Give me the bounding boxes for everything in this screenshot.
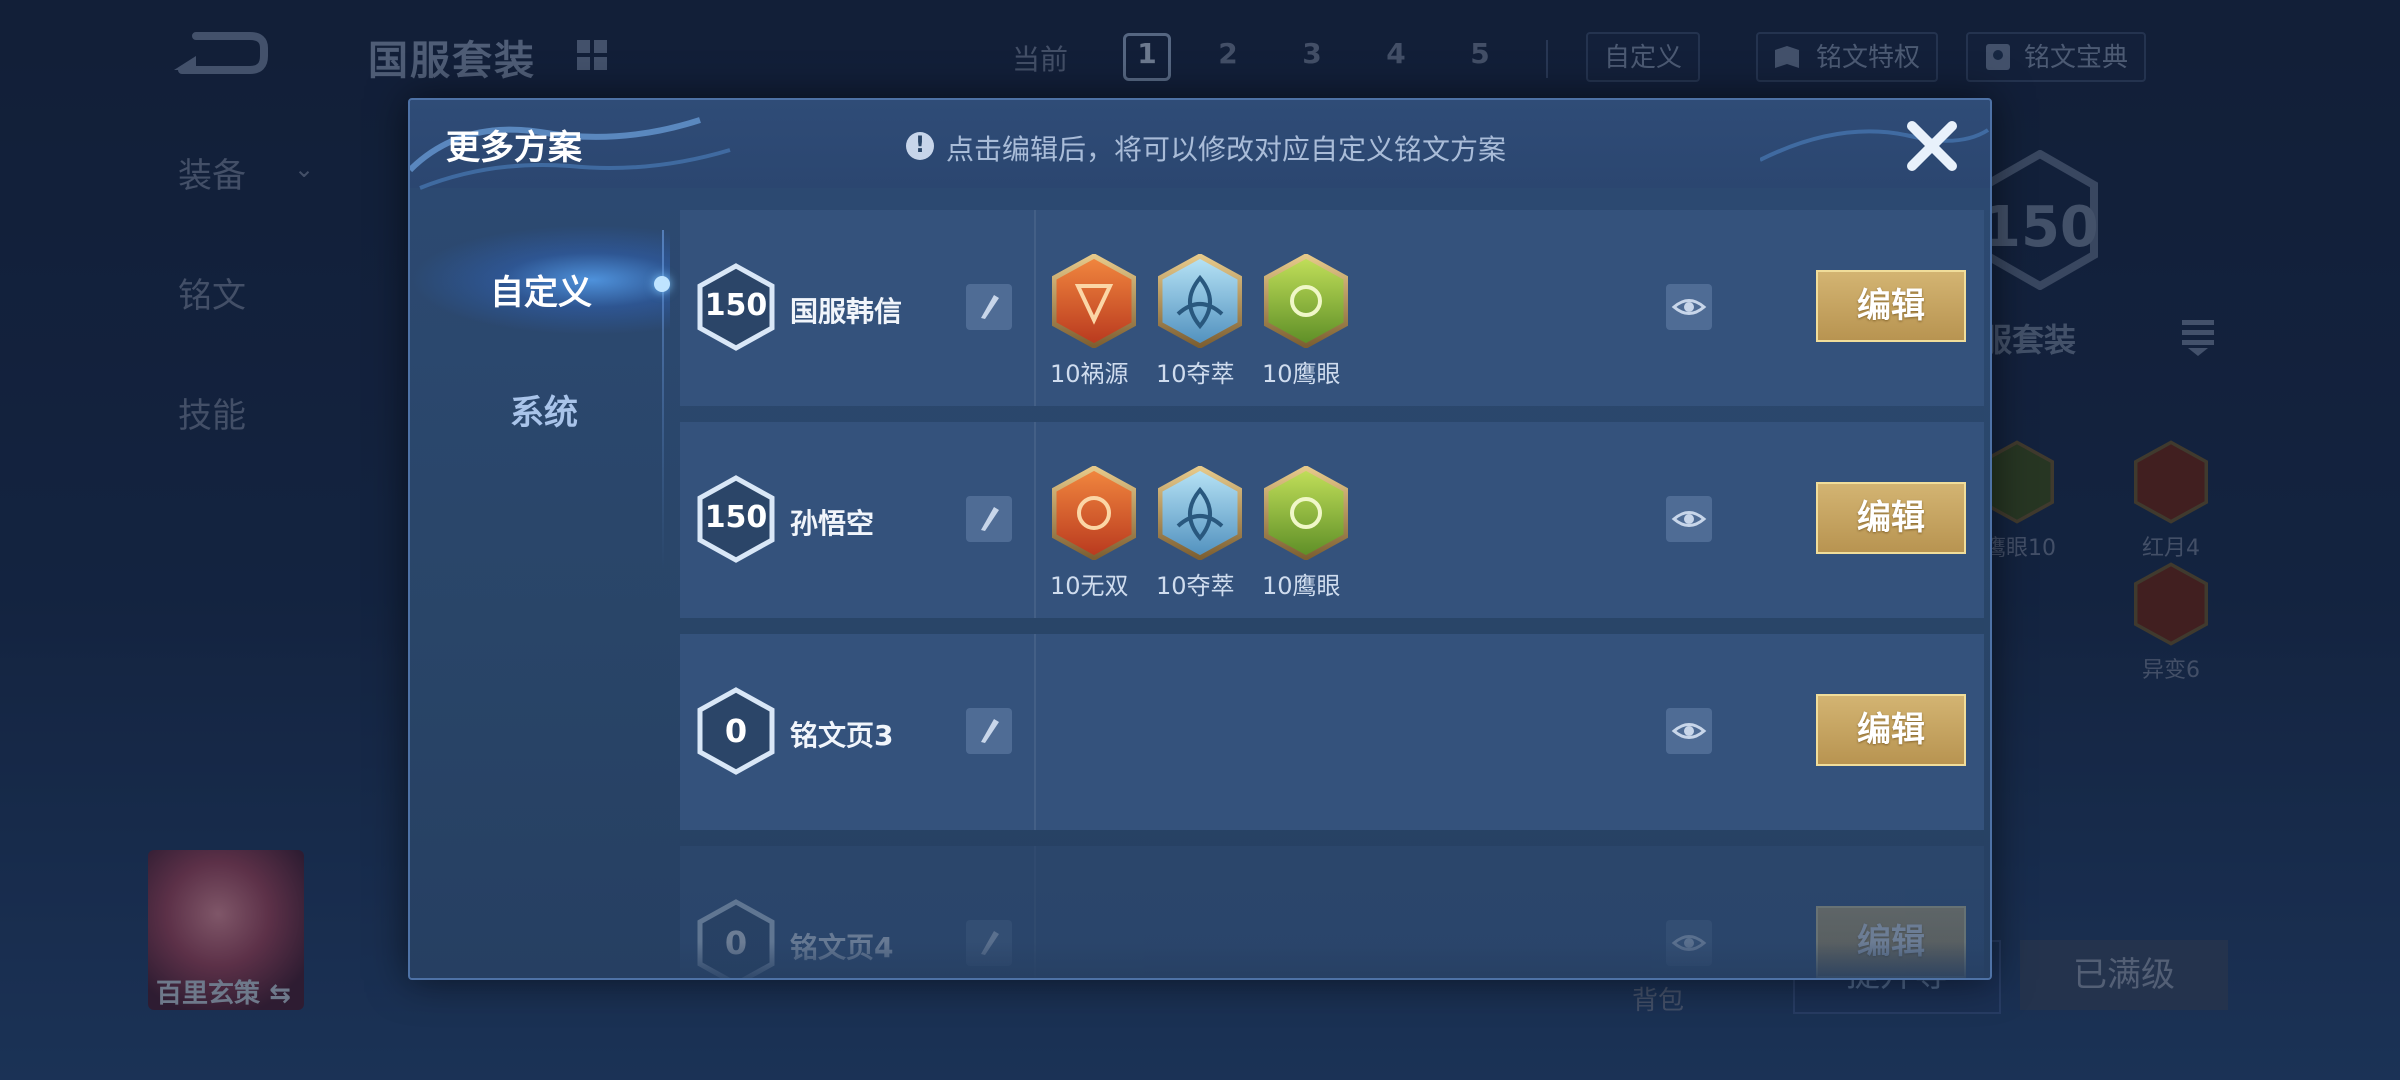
eye-icon bbox=[1671, 299, 1707, 315]
edit-button[interactable]: 编辑 bbox=[1816, 270, 1966, 342]
dialog-title: 更多方案 bbox=[446, 128, 582, 168]
rename-button[interactable] bbox=[966, 708, 1012, 754]
rune-green-icon bbox=[1264, 254, 1348, 348]
plan-level: 150 bbox=[704, 500, 768, 535]
rune-label: 10鹰眼 bbox=[1262, 572, 1341, 600]
rune-label: 10祸源 bbox=[1050, 360, 1129, 388]
divider bbox=[1034, 634, 1036, 830]
rune-green-icon bbox=[1264, 466, 1348, 560]
rune-red-icon bbox=[1052, 254, 1136, 348]
pencil-icon bbox=[981, 719, 999, 743]
rune-label: 10夺萃 bbox=[1156, 360, 1235, 388]
rune-red-icon bbox=[1052, 466, 1136, 560]
plan-name: 铭文页3 bbox=[790, 719, 894, 752]
divider bbox=[1034, 210, 1036, 406]
rune-blue-icon bbox=[1158, 254, 1242, 348]
info-icon: ! bbox=[906, 132, 934, 160]
plan-name: 国服韩信 bbox=[790, 295, 903, 328]
rune-label: 10夺萃 bbox=[1156, 572, 1235, 600]
rune-label: 10鹰眼 bbox=[1262, 360, 1341, 388]
preview-button[interactable] bbox=[1666, 284, 1712, 330]
preview-button[interactable] bbox=[1666, 496, 1712, 542]
rune-label: 10无双 bbox=[1050, 572, 1129, 600]
pencil-icon bbox=[981, 507, 999, 531]
close-icon[interactable] bbox=[1900, 114, 1964, 178]
plan-row: 150 孙悟空 10无双 10夺萃 10鹰眼 编辑 bbox=[680, 422, 1984, 618]
rename-button[interactable] bbox=[966, 496, 1012, 542]
rename-button[interactable] bbox=[966, 284, 1012, 330]
edit-button[interactable]: 编辑 bbox=[1816, 482, 1966, 554]
tab-indicator bbox=[654, 276, 670, 292]
preview-button[interactable] bbox=[1666, 708, 1712, 754]
plan-level: 0 bbox=[724, 712, 748, 750]
scroll-fade bbox=[410, 942, 1990, 978]
divider bbox=[1034, 422, 1036, 618]
plan-row: 150 国服韩信 10祸源 10夺萃 10鹰眼 编辑 bbox=[680, 210, 1984, 406]
plan-level: 150 bbox=[704, 288, 768, 323]
more-plans-dialog: 更多方案 ! 点击编辑后，将可以修改对应自定义铭文方案 自定义 系统 150 国… bbox=[408, 98, 1992, 980]
eye-icon bbox=[1671, 723, 1707, 739]
edit-button[interactable]: 编辑 bbox=[1816, 694, 1966, 766]
plan-row: 0 铭文页3 编辑 bbox=[680, 634, 1984, 830]
tab-system[interactable]: 系统 bbox=[510, 385, 578, 434]
rune-blue-icon bbox=[1158, 466, 1242, 560]
plan-name: 孙悟空 bbox=[790, 507, 875, 540]
tab-custom-label: 自定义 bbox=[490, 273, 592, 313]
pencil-icon bbox=[981, 295, 999, 319]
eye-icon bbox=[1671, 511, 1707, 527]
notice-text: 点击编辑后，将可以修改对应自定义铭文方案 bbox=[946, 133, 1507, 166]
